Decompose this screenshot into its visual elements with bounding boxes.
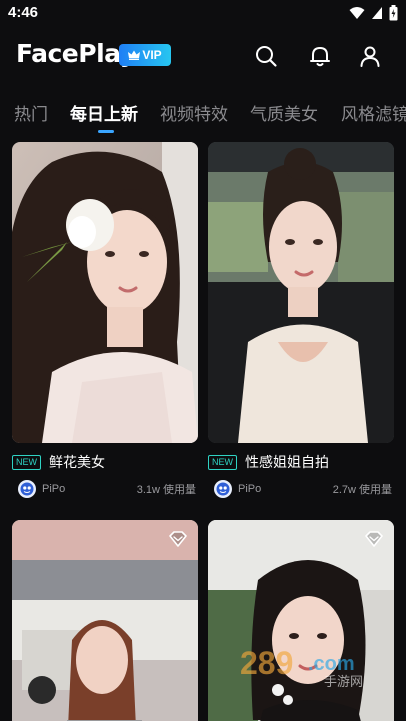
author-avatar <box>214 480 232 498</box>
app-header: FacePlay VIP <box>0 30 406 84</box>
watermark-suffix: .com <box>308 653 355 675</box>
active-tab-indicator <box>98 130 114 133</box>
usage-count: 2.7w 使用量 <box>332 484 392 496</box>
author-name: PiPo <box>42 483 66 495</box>
template-card[interactable] <box>12 520 198 721</box>
wifi-icon <box>349 7 365 19</box>
template-card[interactable]: NEW 鲜花美女 PiPo 3.1w 使用量 <box>12 142 198 499</box>
crown-icon <box>128 50 141 60</box>
vip-button[interactable]: VIP <box>119 44 171 66</box>
new-badge: NEW <box>208 454 237 470</box>
battery-icon <box>389 5 398 21</box>
tab-daily-new[interactable]: 每日上新 <box>70 100 138 125</box>
profile-icon <box>360 46 380 67</box>
tab-video-effects[interactable]: 视频特效 <box>160 100 228 125</box>
template-thumbnail[interactable] <box>12 520 198 721</box>
template-card[interactable] <box>208 520 394 721</box>
favorite-heart-icon[interactable] <box>362 528 386 552</box>
search-icon <box>256 46 277 67</box>
category-tabs: 热门 每日上新 视频特效 气质美女 风格滤镜 <box>0 94 406 134</box>
author-avatar <box>18 480 36 498</box>
template-feed: NEW 鲜花美女 PiPo 3.1w 使用量 NEW 性感姐姐自拍 PiPo 2… <box>0 140 406 721</box>
site-watermark: 289 .com 手游网 <box>240 640 390 690</box>
usage-count: 3.1w 使用量 <box>136 484 196 496</box>
pipo-avatar-icon <box>20 482 34 496</box>
new-badge: NEW <box>12 454 41 470</box>
vip-label: VIP <box>142 48 162 62</box>
card-title-row: NEW 鲜花美女 <box>12 452 198 472</box>
tab-hot[interactable]: 热门 <box>14 100 48 125</box>
status-bar: 4:46 <box>0 0 406 28</box>
template-thumbnail[interactable] <box>208 520 394 721</box>
status-icons <box>349 5 398 21</box>
template-card[interactable]: NEW 性感姐姐自拍 PiPo 2.7w 使用量 <box>208 142 394 499</box>
template-thumbnail[interactable] <box>12 142 198 443</box>
portrait-image <box>208 142 394 443</box>
card-title: 鲜花美女 <box>49 455 105 471</box>
tab-elegant-beauty[interactable]: 气质美女 <box>250 100 318 125</box>
profile-button[interactable] <box>356 42 384 70</box>
template-thumbnail[interactable] <box>208 142 394 443</box>
card-meta: NEW 性感姐姐自拍 PiPo 2.7w 使用量 <box>208 443 394 499</box>
watermark-sub: 手游网 <box>324 675 363 690</box>
card-author-row: PiPo 3.1w 使用量 <box>12 479 198 499</box>
search-button[interactable] <box>252 42 280 70</box>
app-logo: FacePlay <box>16 39 136 68</box>
watermark-brand: 289 <box>240 645 293 681</box>
pipo-avatar-icon <box>216 482 230 496</box>
status-time: 4:46 <box>8 4 39 21</box>
favorite-heart-icon[interactable] <box>166 528 190 552</box>
card-meta: NEW 鲜花美女 PiPo 3.1w 使用量 <box>12 443 198 499</box>
author-name: PiPo <box>238 483 262 495</box>
portrait-image <box>12 142 198 443</box>
watermark-logo: 289 .com 手游网 <box>240 645 363 690</box>
card-title: 性感姐姐自拍 <box>245 455 329 471</box>
notifications-button[interactable] <box>306 42 334 70</box>
signal-icon <box>372 7 382 19</box>
bell-icon <box>310 47 330 67</box>
tab-style-filters[interactable]: 风格滤镜 <box>341 100 406 125</box>
card-title-row: NEW 性感姐姐自拍 <box>208 452 394 472</box>
card-author-row: PiPo 2.7w 使用量 <box>208 479 394 499</box>
